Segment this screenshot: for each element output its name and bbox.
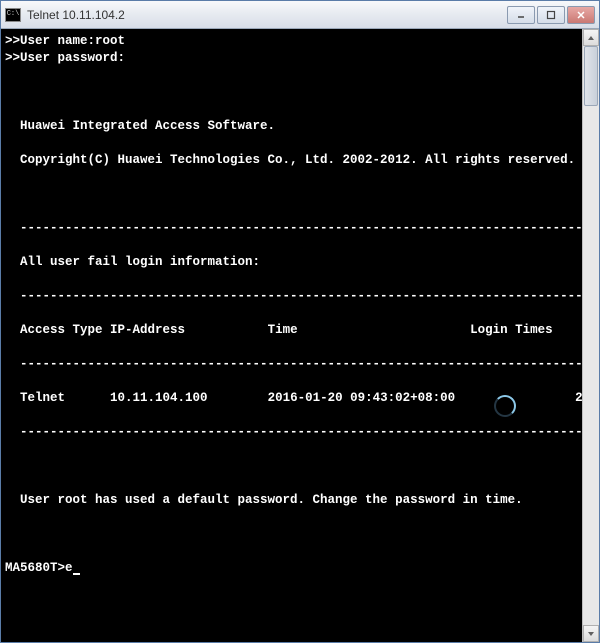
shell-input: e (65, 561, 73, 575)
chevron-down-icon (587, 630, 595, 638)
warning-line: User root has used a default password. C… (5, 492, 576, 509)
scroll-thumb[interactable] (584, 46, 598, 106)
telnet-window: C:\ Telnet 10.11.104.2 >>User name:root>… (0, 0, 600, 643)
login-pass-line: >>User password: (5, 50, 576, 67)
blank-line (5, 526, 576, 543)
scroll-up-button[interactable] (583, 29, 599, 46)
window-controls (507, 6, 595, 24)
titlebar[interactable]: C:\ Telnet 10.11.104.2 (1, 1, 599, 29)
scroll-track[interactable] (583, 46, 599, 625)
banner-line-1: Huawei Integrated Access Software. (5, 118, 576, 135)
login-user-line: >>User name:root (5, 33, 576, 50)
cell-access-type: Telnet (20, 391, 65, 405)
divider-line: ----------------------------------------… (5, 356, 576, 373)
chevron-up-icon (587, 34, 595, 42)
col-ip: IP-Address (110, 323, 185, 337)
app-icon: C:\ (5, 8, 21, 22)
terminal-output[interactable]: >>User name:root>>User password: Huawei … (1, 29, 582, 642)
shell-prompt: MA5680T> (5, 561, 65, 575)
minimize-button[interactable] (507, 6, 535, 24)
loading-spinner-icon (494, 395, 516, 417)
pass-prompt-label: >>User password: (5, 51, 125, 65)
cell-time: 2016-01-20 09:43:02+08:00 (268, 391, 456, 405)
prompt-line[interactable]: MA5680T>e (5, 560, 576, 577)
blank-line (5, 458, 576, 475)
close-icon (576, 10, 586, 20)
maximize-icon (546, 10, 556, 20)
blank-line (5, 186, 576, 203)
terminal-area: >>User name:root>>User password: Huawei … (1, 29, 599, 642)
user-prompt-label: >>User name: (5, 34, 95, 48)
col-login-times: Login Times (470, 323, 553, 337)
fail-header: All user fail login information: (5, 254, 576, 271)
banner-line-2: Copyright(C) Huawei Technologies Co., Lt… (5, 152, 576, 169)
col-access-type: Access Type (20, 323, 103, 337)
close-button[interactable] (567, 6, 595, 24)
divider-line: ----------------------------------------… (5, 288, 576, 305)
cell-login-times: 2 (575, 391, 582, 405)
user-name-value: root (95, 34, 125, 48)
divider-line: ----------------------------------------… (5, 220, 576, 237)
divider-line: ----------------------------------------… (5, 424, 576, 441)
table-header-row: Access Type IP-Address Time Login Times (5, 322, 576, 339)
col-time: Time (268, 323, 298, 337)
vertical-scrollbar[interactable] (582, 29, 599, 642)
minimize-icon (516, 10, 526, 20)
blank-line (5, 84, 576, 101)
cursor-icon (73, 573, 80, 575)
cell-ip: 10.11.104.100 (110, 391, 208, 405)
table-row: Telnet 10.11.104.100 2016-01-20 09:43:02… (5, 390, 576, 407)
maximize-button[interactable] (537, 6, 565, 24)
window-title: Telnet 10.11.104.2 (27, 8, 507, 22)
scroll-down-button[interactable] (583, 625, 599, 642)
